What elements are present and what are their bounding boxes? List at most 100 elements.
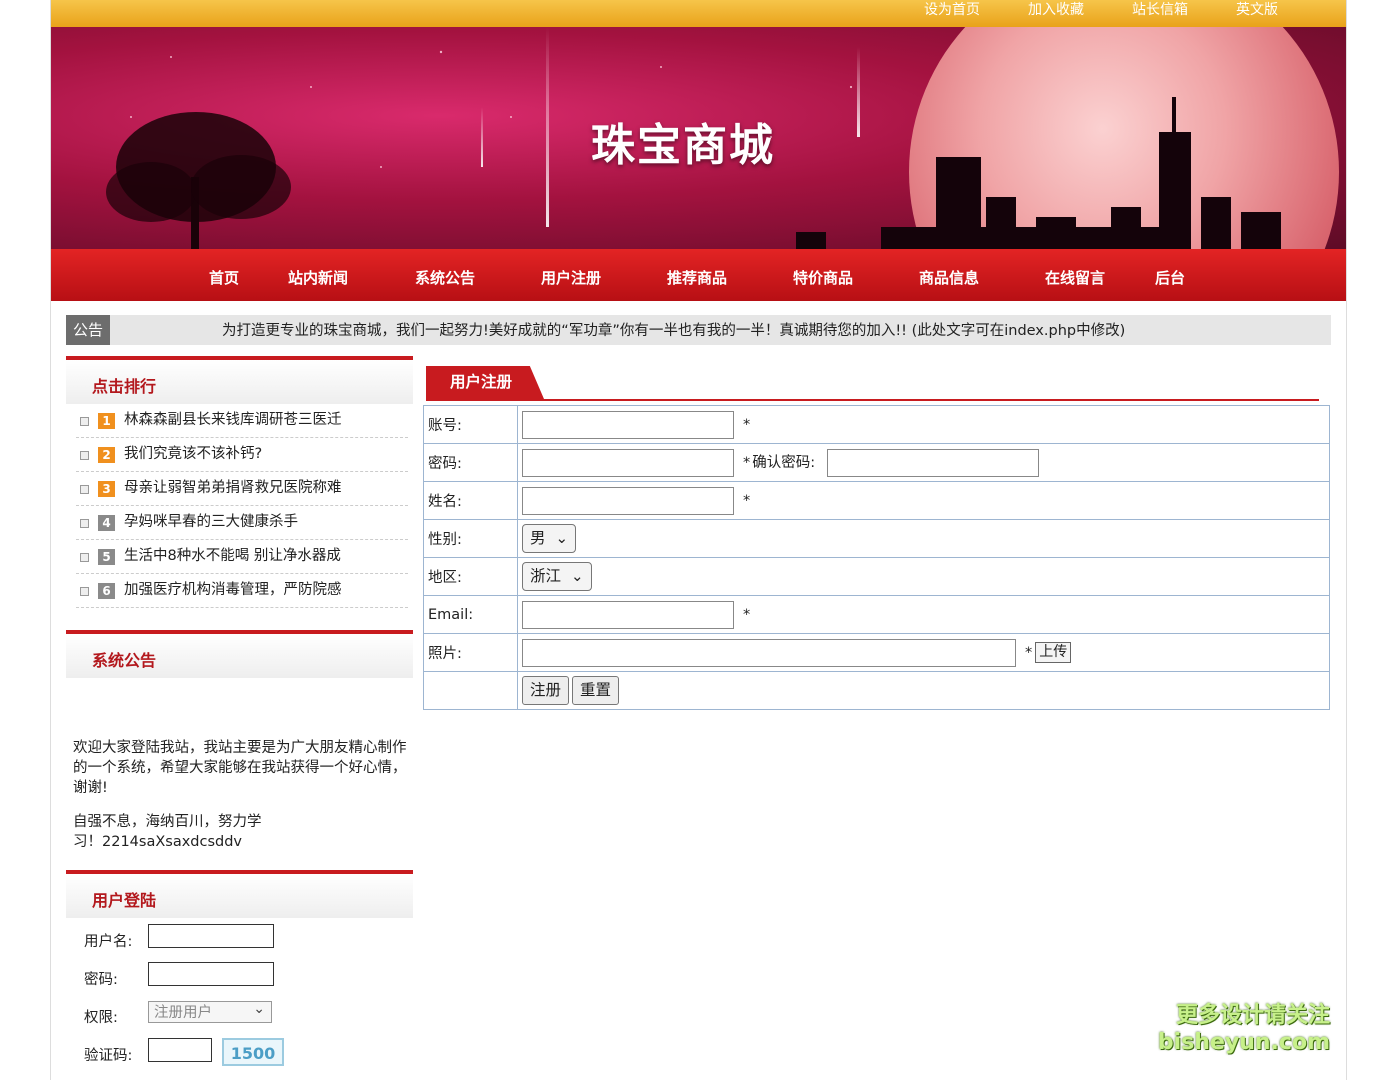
account-input[interactable]	[522, 410, 734, 439]
region-select[interactable]: 浙江	[522, 562, 592, 591]
captcha-label: 验证码:	[84, 1048, 133, 1064]
bullet-icon	[80, 485, 89, 494]
bullet-icon	[80, 451, 89, 460]
role-label: 权限:	[84, 1010, 118, 1026]
required-mark: *	[743, 416, 751, 433]
watermark: 更多设计请关注 bisheyun.com	[1158, 1002, 1330, 1056]
email-input[interactable]	[522, 600, 734, 629]
required-mark: *	[1025, 644, 1033, 661]
nav-product-info[interactable]: 商品信息	[919, 267, 979, 288]
ranking-header: 点击排行	[66, 356, 413, 404]
photo-path-input[interactable]	[522, 638, 1016, 667]
top-links: 设为首页 加入收藏 站长信箱 英文版	[876, 0, 1278, 27]
captcha-image[interactable]: 1500	[222, 1038, 284, 1066]
rank-number-badge: 2	[98, 447, 115, 463]
photo-label: 照片:	[423, 633, 518, 672]
bullet-icon	[80, 587, 89, 596]
ranking-link[interactable]: 林森森副县长来钱库调研苍三医迁	[124, 404, 342, 437]
bullet-icon	[80, 417, 89, 426]
ranking-link[interactable]: 生活中8种水不能喝 别让净水器成	[124, 540, 341, 573]
rank-number-badge: 3	[98, 481, 115, 497]
form-row-region: 地区: 浙江	[423, 557, 1330, 596]
ranking-link[interactable]: 孕妈咪早春的三大健康杀手	[124, 506, 298, 539]
nav-special-offers[interactable]: 特价商品	[793, 267, 853, 288]
form-row-name: 姓名: *	[423, 481, 1330, 520]
nav-guestbook[interactable]: 在线留言	[1045, 267, 1105, 288]
ranking-link[interactable]: 母亲让弱智弟弟捐肾救兄医院称难	[124, 472, 342, 505]
confirm-password-field[interactable]	[827, 448, 1040, 477]
announcement-paragraph: 自强不息，海纳百川，努力学习！2214saXsaxdcsddv	[73, 814, 262, 850]
nav-system-notice[interactable]: 系统公告	[415, 267, 475, 288]
ranking-title: 点击排行	[92, 377, 157, 396]
username-label: 用户名:	[84, 934, 133, 950]
left-sidebar: 点击排行 1 林森森副县长来钱库调研苍三医迁 2 我们究竟该不该补钙? 3 母亲让弱智弟弟…	[66, 356, 413, 1076]
upload-button[interactable]: 上传	[1035, 642, 1072, 663]
register-tabbar: 用户注册	[426, 366, 1319, 401]
nav-admin[interactable]: 后台	[1155, 267, 1185, 288]
form-row-gender: 性别: 男	[423, 519, 1330, 558]
ranking-item[interactable]: 1 林森森副县长来钱库调研苍三医迁	[76, 404, 408, 438]
password-input[interactable]	[148, 962, 274, 986]
rank-number-badge: 6	[98, 583, 115, 599]
password-field-label: 密码:	[423, 443, 518, 482]
top-bar: 设为首页 加入收藏 站长信箱 英文版	[51, 0, 1346, 27]
form-row-actions: 注册 重置	[423, 671, 1330, 710]
confirm-password-label: 确认密码:	[752, 454, 816, 471]
ranking-item[interactable]: 5 生活中8种水不能喝 别让净水器成	[76, 540, 408, 574]
reset-button[interactable]: 重置	[572, 676, 620, 705]
bullet-icon	[80, 519, 89, 528]
ranking-item[interactable]: 4 孕妈咪早春的三大健康杀手	[76, 506, 408, 540]
region-label: 地区:	[423, 557, 518, 596]
password-field[interactable]	[522, 448, 734, 477]
notice-text: 为打造更专业的珠宝商城，我们一起努力!美好成就的“军功章”你有一半也有我的一半！…	[222, 323, 1126, 339]
announcement-paragraph: 欢迎大家登陆我站，我站主要是为广大朋友精心制作的一个系统，希望大家能够在我站获得…	[73, 740, 407, 796]
form-row-account: 账号: *	[423, 405, 1330, 444]
link-english-version[interactable]: 英文版	[1236, 0, 1278, 27]
nav-user-register[interactable]: 用户注册	[541, 267, 601, 288]
register-form: 账号: * 密码: *确认密码: 姓名: * 性别: 男 地区: 浙江 Emai…	[423, 405, 1330, 710]
login-form: 用户名: 密码: 权限: 注册用户 验证码: 1500	[66, 918, 413, 1076]
login-header: 用户登陆	[66, 870, 413, 918]
ranking-item[interactable]: 6 加强医疗机构消毒管理，严防院感	[76, 574, 408, 608]
rank-number-badge: 5	[98, 549, 115, 565]
password-label: 密码:	[84, 972, 118, 988]
ranking-link[interactable]: 我们究竟该不该补钙?	[124, 438, 262, 471]
page-container: 设为首页 加入收藏 站长信箱 英文版 珠宝商城 首页 站内新闻 系统公告 用户注…	[50, 0, 1347, 1080]
nav-home[interactable]: 首页	[209, 267, 239, 288]
nav-recommended[interactable]: 推荐商品	[667, 267, 727, 288]
register-tab: 用户注册	[426, 366, 544, 399]
link-webmaster-mail[interactable]: 站长信箱	[1132, 0, 1188, 27]
captcha-input[interactable]	[148, 1038, 212, 1062]
announcement-body: 欢迎大家登陆我站，我站主要是为广大朋友精心制作的一个系统，希望大家能够在我站获得…	[66, 678, 413, 852]
announcement-header: 系统公告	[66, 630, 413, 678]
ranking-item[interactable]: 3 母亲让弱智弟弟捐肾救兄医院称难	[76, 472, 408, 506]
required-mark: *	[743, 454, 751, 471]
username-input[interactable]	[148, 924, 274, 948]
name-input[interactable]	[522, 486, 734, 515]
empty-cell	[423, 671, 518, 710]
role-select[interactable]: 注册用户	[148, 998, 272, 1023]
ranking-item[interactable]: 2 我们究竟该不该补钙?	[76, 438, 408, 472]
ranking-link[interactable]: 加强医疗机构消毒管理，严防院感	[124, 574, 342, 607]
ranking-list: 1 林森森副县长来钱库调研苍三医迁 2 我们究竟该不该补钙? 3 母亲让弱智弟弟捐肾救兄医…	[66, 404, 413, 608]
site-title: 珠宝商城	[591, 120, 775, 171]
required-mark: *	[743, 606, 751, 623]
login-title: 用户登陆	[92, 891, 157, 910]
gender-label: 性别:	[423, 519, 518, 558]
email-label: Email:	[423, 595, 518, 634]
required-mark: *	[743, 492, 751, 509]
gender-select[interactable]: 男	[522, 524, 577, 553]
form-row-photo: 照片: * 上传	[423, 633, 1330, 672]
announcement-title: 系统公告	[92, 651, 157, 670]
main-nav: 首页 站内新闻 系统公告 用户注册 推荐商品 特价商品 商品信息 在线留言 后台	[51, 249, 1346, 301]
rank-number-badge: 1	[98, 413, 115, 429]
link-add-favorite[interactable]: 加入收藏	[1028, 0, 1084, 27]
form-row-email: Email: *	[423, 595, 1330, 634]
account-label: 账号:	[423, 405, 518, 444]
nav-site-news[interactable]: 站内新闻	[288, 267, 348, 288]
rank-number-badge: 4	[98, 515, 115, 531]
submit-button[interactable]: 注册	[522, 676, 570, 705]
header-banner: 珠宝商城	[51, 27, 1346, 249]
link-set-homepage[interactable]: 设为首页	[924, 0, 980, 27]
notice-bar: 公告 为打造更专业的珠宝商城，我们一起努力!美好成就的“军功章”你有一半也有我的…	[66, 315, 1331, 345]
